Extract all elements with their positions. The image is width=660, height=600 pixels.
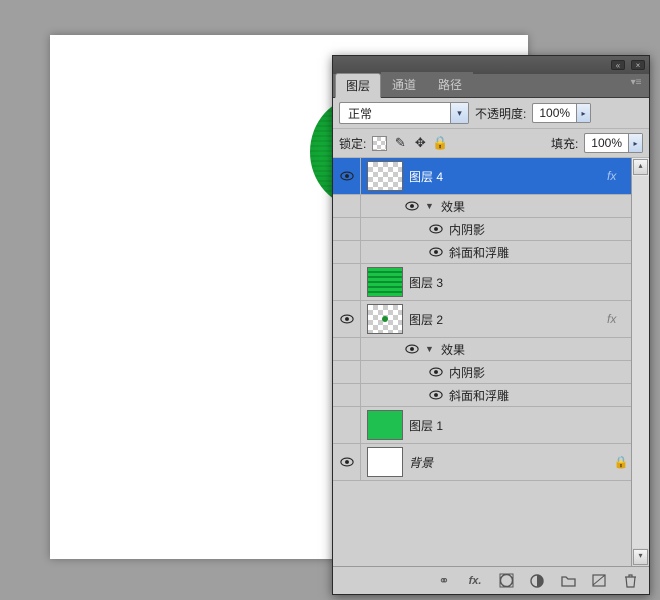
effect-name: 斜面和浮雕 bbox=[449, 387, 509, 404]
adjustment-layer-icon[interactable] bbox=[528, 572, 546, 590]
blend-opacity-row: 正常 ▾ 不透明度: 100% ▸ bbox=[333, 98, 649, 129]
layers-bottom-toolbar: ⚭ fx. bbox=[333, 566, 649, 594]
panel-tabs: 图层 通道 路径 ▾≡ bbox=[333, 74, 649, 98]
opacity-input[interactable]: 100% ▸ bbox=[532, 103, 591, 123]
effect-name: 斜面和浮雕 bbox=[449, 244, 509, 261]
fill-value: 100% bbox=[585, 136, 628, 150]
eye-icon[interactable] bbox=[429, 367, 443, 377]
effect-inner-shadow[interactable]: 内阴影 bbox=[333, 218, 631, 241]
visibility-toggle[interactable] bbox=[333, 407, 361, 443]
lock-transparency-icon[interactable] bbox=[372, 136, 387, 151]
scrollbar[interactable]: ▴ ▾ bbox=[631, 158, 649, 566]
layer-thumbnail[interactable] bbox=[367, 447, 403, 477]
layer-thumbnail[interactable] bbox=[367, 304, 403, 334]
delete-layer-icon[interactable] bbox=[621, 572, 639, 590]
collapse-icon[interactable]: « bbox=[611, 60, 625, 70]
new-layer-icon[interactable] bbox=[590, 572, 608, 590]
lock-image-icon[interactable]: ✎ bbox=[393, 136, 407, 150]
lock-all-icon[interactable]: 🔒 bbox=[433, 136, 447, 150]
lock-label: 锁定: bbox=[339, 135, 366, 152]
blend-mode-dropdown[interactable]: 正常 ▾ bbox=[339, 102, 469, 124]
tab-layers[interactable]: 图层 bbox=[335, 73, 381, 98]
eye-icon bbox=[340, 314, 354, 324]
layer-thumbnail[interactable] bbox=[367, 161, 403, 191]
opacity-label: 不透明度: bbox=[475, 105, 526, 122]
group-layers-icon[interactable] bbox=[559, 572, 577, 590]
layer-row-background[interactable]: 背景 🔒 bbox=[333, 444, 631, 481]
chevron-down-icon: ▾ bbox=[450, 103, 468, 123]
scroll-track[interactable] bbox=[632, 176, 649, 548]
effect-bevel-emboss[interactable]: 斜面和浮雕 bbox=[333, 384, 631, 407]
layer-name: 背景 bbox=[409, 454, 611, 471]
layer-name: 图层 1 bbox=[409, 417, 631, 434]
lock-indicator-icon: 🔒 bbox=[611, 455, 631, 469]
fx-badge[interactable]: fx bbox=[607, 312, 631, 326]
fill-arrow-icon: ▸ bbox=[628, 134, 642, 152]
tab-paths[interactable]: 路径 bbox=[427, 72, 473, 97]
layer-row-3[interactable]: 图层 3 bbox=[333, 264, 631, 301]
lock-fill-row: 锁定: ✎ ✥ 🔒 填充: 100% ▸ bbox=[333, 129, 649, 158]
layer-name: 图层 3 bbox=[409, 274, 631, 291]
close-icon[interactable]: × bbox=[631, 60, 645, 70]
panel-menu-icon[interactable]: ▾≡ bbox=[627, 77, 645, 91]
effect-inner-shadow[interactable]: 内阴影 bbox=[333, 361, 631, 384]
opacity-arrow-icon: ▸ bbox=[576, 104, 590, 122]
effects-header-row[interactable]: ▼ 效果 bbox=[333, 195, 631, 218]
layer-name: 图层 4 bbox=[409, 168, 607, 185]
tab-channels[interactable]: 通道 bbox=[381, 72, 427, 97]
effects-label: 效果 bbox=[441, 341, 465, 358]
eye-icon[interactable] bbox=[405, 201, 419, 211]
layer-name: 图层 2 bbox=[409, 311, 607, 328]
layer-thumbnail[interactable] bbox=[367, 267, 403, 297]
blend-mode-value: 正常 bbox=[340, 105, 450, 122]
effect-name: 内阴影 bbox=[449, 364, 485, 381]
layer-row-4[interactable]: 图层 4 fx bbox=[333, 158, 631, 195]
fill-label: 填充: bbox=[551, 135, 578, 152]
visibility-toggle[interactable] bbox=[333, 301, 361, 337]
eye-icon bbox=[340, 171, 354, 181]
eye-icon[interactable] bbox=[405, 344, 419, 354]
visibility-toggle[interactable] bbox=[333, 158, 361, 194]
effect-bevel-emboss[interactable]: 斜面和浮雕 bbox=[333, 241, 631, 264]
triangle-down-icon: ▼ bbox=[425, 201, 435, 211]
layer-row-2[interactable]: 图层 2 fx bbox=[333, 301, 631, 338]
eye-icon[interactable] bbox=[429, 247, 443, 257]
layer-row-1[interactable]: 图层 1 bbox=[333, 407, 631, 444]
effects-label: 效果 bbox=[441, 198, 465, 215]
effect-name: 内阴影 bbox=[449, 221, 485, 238]
opacity-value: 100% bbox=[533, 106, 576, 120]
scroll-up-icon[interactable]: ▴ bbox=[633, 159, 648, 175]
link-layers-icon[interactable]: ⚭ bbox=[435, 572, 453, 590]
fx-badge[interactable]: fx bbox=[607, 169, 631, 183]
lock-position-icon[interactable]: ✥ bbox=[413, 136, 427, 150]
visibility-toggle[interactable] bbox=[333, 264, 361, 300]
visibility-toggle[interactable] bbox=[333, 444, 361, 480]
layers-panel: « × 图层 通道 路径 ▾≡ 正常 ▾ 不透明度: 100% ▸ 锁定: ✎ … bbox=[332, 55, 650, 595]
triangle-down-icon: ▼ bbox=[425, 344, 435, 354]
scroll-down-icon[interactable]: ▾ bbox=[633, 549, 648, 565]
eye-icon bbox=[340, 457, 354, 467]
fill-input[interactable]: 100% ▸ bbox=[584, 133, 643, 153]
layer-mask-icon[interactable] bbox=[497, 572, 515, 590]
effects-header-row[interactable]: ▼ 效果 bbox=[333, 338, 631, 361]
layers-list: 图层 4 fx ▼ 效果 内阴影 斜面和浮雕 bbox=[333, 158, 631, 566]
layer-thumbnail[interactable] bbox=[367, 410, 403, 440]
eye-icon[interactable] bbox=[429, 390, 443, 400]
eye-icon[interactable] bbox=[429, 224, 443, 234]
layer-style-icon[interactable]: fx. bbox=[466, 572, 484, 590]
